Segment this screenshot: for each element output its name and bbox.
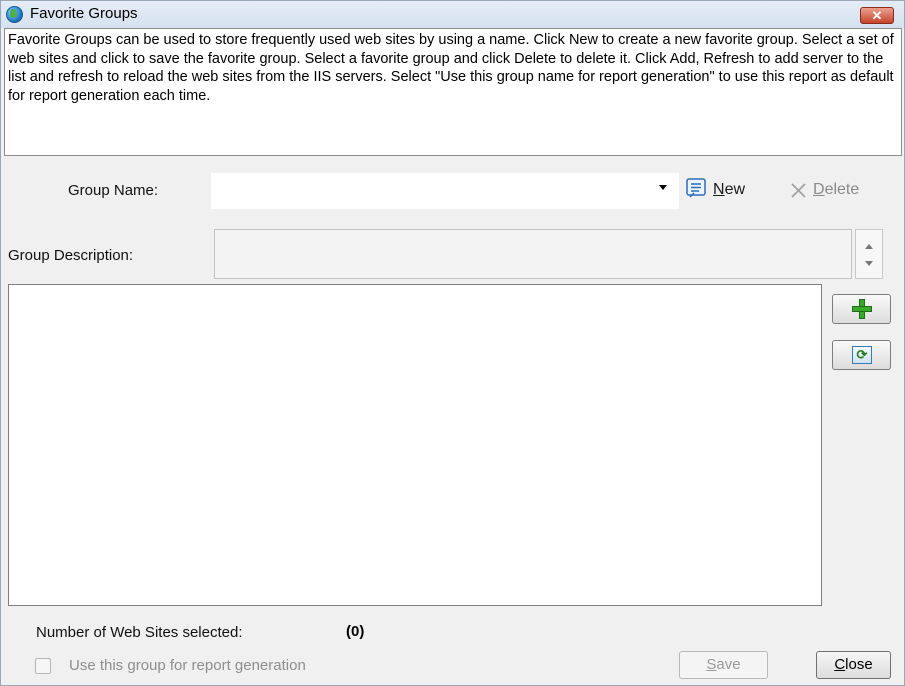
close-button[interactable]: Close [816, 651, 891, 679]
save-button[interactable]: Save [679, 651, 768, 679]
plus-icon [852, 299, 872, 319]
instructions-text: Favorite Groups can be used to store fre… [4, 28, 902, 156]
report-generation-checkbox[interactable] [35, 658, 51, 674]
new-label-rest: ew [724, 181, 746, 198]
scroll-down-icon[interactable] [865, 261, 873, 266]
favorite-groups-dialog: Favorite Groups ✕ Favorite Groups can be… [0, 0, 905, 686]
new-group-icon[interactable] [685, 177, 709, 201]
websites-list[interactable] [8, 284, 822, 606]
window-close-button[interactable]: ✕ [860, 7, 894, 24]
refresh-icon: ⟳ [852, 346, 872, 364]
group-description-field[interactable] [214, 229, 852, 279]
delete-label-rest: elete [824, 181, 860, 198]
delete-mnemonic: D [813, 181, 825, 198]
delete-button[interactable]: Delete [813, 181, 859, 199]
description-scrollbar[interactable] [855, 229, 883, 279]
selected-count-label: Number of Web Sites selected: [36, 624, 243, 641]
group-description-label: Group Description: [8, 247, 134, 264]
new-button[interactable]: New [713, 181, 745, 199]
window-title: Favorite Groups [30, 5, 138, 22]
save-label-rest: ave [716, 656, 741, 673]
group-name-label: Group Name: [68, 182, 159, 199]
chevron-down-icon[interactable] [659, 185, 667, 190]
report-generation-label: Use this group for report generation [69, 657, 306, 674]
globe-icon [6, 6, 23, 23]
refresh-button[interactable]: ⟳ [832, 340, 891, 370]
group-name-combobox[interactable] [211, 173, 679, 209]
add-server-button[interactable] [832, 294, 891, 324]
title-bar[interactable]: Favorite Groups ✕ [1, 1, 904, 28]
new-mnemonic: N [713, 181, 725, 198]
selected-count-value: (0) [346, 623, 365, 640]
close-label-rest: lose [845, 656, 873, 673]
scroll-up-icon[interactable] [865, 244, 873, 249]
close-mnemonic: C [834, 656, 846, 673]
delete-x-icon[interactable] [790, 182, 807, 199]
save-mnemonic: S [706, 656, 717, 673]
